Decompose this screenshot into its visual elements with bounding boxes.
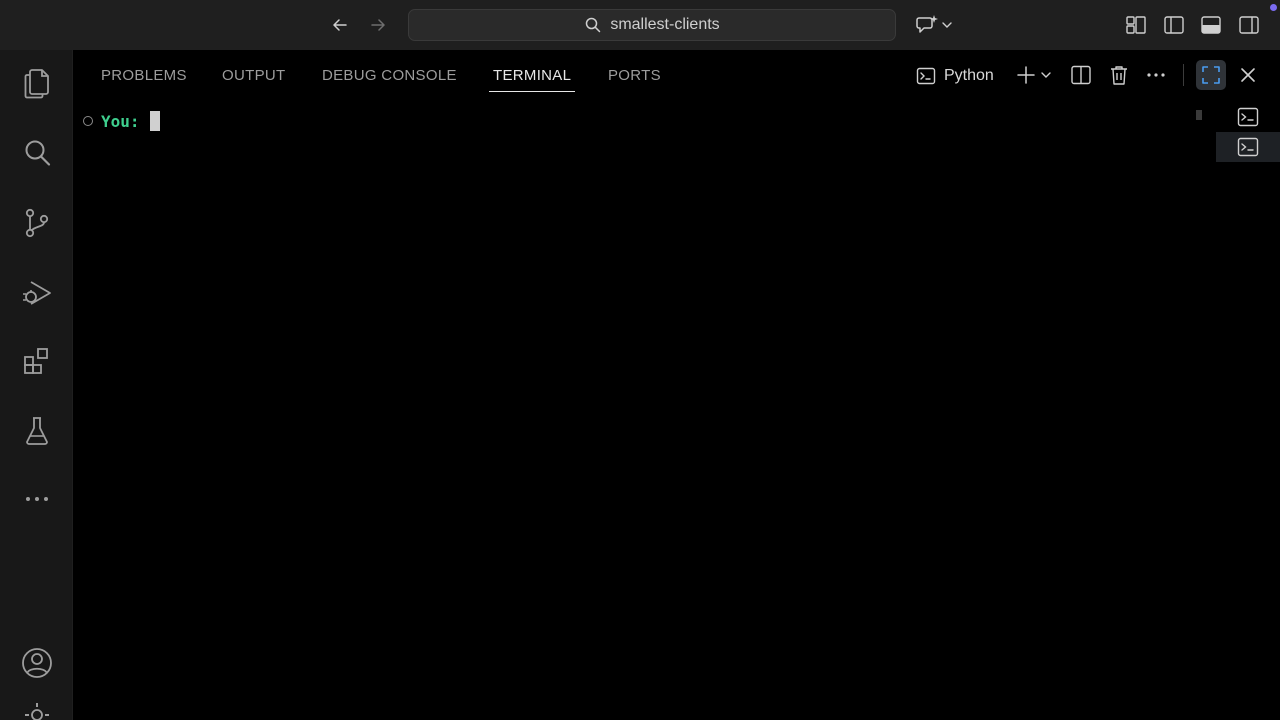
kill-terminal-button[interactable] <box>1106 62 1132 88</box>
toggle-secondary-sidebar-button[interactable] <box>1237 13 1261 37</box>
terminal-prompt: You: <box>101 111 140 131</box>
terminal-list-item-2[interactable] <box>1216 132 1280 162</box>
sidebar-right-icon <box>1239 16 1259 34</box>
panel-bottom-icon <box>1201 16 1221 34</box>
chevron-down-icon <box>1041 72 1051 78</box>
arrow-right-icon <box>371 19 385 31</box>
panel-header: PROBLEMS OUTPUT DEBUG CONSOLE TERMINAL P… <box>73 50 1280 100</box>
terminal-prompt-line: You: <box>83 110 160 132</box>
toggle-panel-button[interactable] <box>1199 13 1223 37</box>
close-panel-button[interactable] <box>1236 62 1260 88</box>
maximize-panel-button[interactable] <box>1196 60 1226 90</box>
maximize-icon <box>1202 66 1220 84</box>
terminal-view[interactable]: You: <box>73 100 1216 720</box>
extensions-button[interactable] <box>0 336 73 386</box>
plus-icon <box>1017 66 1035 84</box>
tab-terminal[interactable]: TERMINAL <box>488 67 576 92</box>
forward-button[interactable] <box>364 11 392 39</box>
notification-dot <box>1270 4 1277 11</box>
new-terminal-button[interactable] <box>1011 62 1057 88</box>
search-icon <box>25 140 50 166</box>
close-icon <box>1241 68 1255 82</box>
copilot-chat-button[interactable] <box>910 11 958 39</box>
arrow-left-icon <box>333 19 347 31</box>
sidebar-left-icon <box>1164 16 1184 34</box>
terminal-name[interactable]: Python <box>916 63 994 89</box>
header-divider <box>1183 64 1184 86</box>
run-debug-button[interactable] <box>0 268 73 318</box>
search-button[interactable] <box>0 128 73 178</box>
testing-button[interactable] <box>0 406 73 456</box>
activity-bar <box>0 50 73 720</box>
ellipsis-icon <box>1147 73 1165 77</box>
scrollbar-thumb[interactable] <box>1196 110 1202 120</box>
command-center-search[interactable]: smallest-clients <box>408 9 896 41</box>
terminal-cursor <box>149 111 160 131</box>
terminal-name-label: Python <box>944 67 994 84</box>
split-terminal-button[interactable] <box>1068 62 1094 88</box>
split-icon <box>1071 65 1091 85</box>
more-views-button[interactable] <box>0 474 73 524</box>
terminal-icon <box>1237 107 1259 127</box>
toggle-primary-sidebar-button[interactable] <box>1162 13 1186 37</box>
back-button[interactable] <box>326 11 354 39</box>
search-label: smallest-clients <box>610 16 720 33</box>
run-debug-icon <box>22 281 51 305</box>
chat-sparkle-icon <box>916 15 938 33</box>
terminal-icon <box>1237 137 1259 157</box>
search-icon <box>584 16 602 34</box>
layout-icon <box>1126 16 1146 34</box>
terminal-list-item-1[interactable] <box>1216 102 1280 132</box>
tab-output[interactable]: OUTPUT <box>222 67 285 91</box>
command-decoration-circle[interactable] <box>83 116 93 126</box>
chevron-down-icon <box>942 22 952 28</box>
trash-icon <box>1111 66 1127 85</box>
vscode-window: smallest-clients PROBLEMS OUTPUT DEBUG C… <box>0 0 1280 720</box>
terminal-icon <box>916 67 936 85</box>
terminal-tabs-list <box>1216 100 1280 720</box>
title-bar: smallest-clients <box>0 0 1280 50</box>
more-actions-button[interactable] <box>1143 62 1169 88</box>
source-control-icon <box>25 208 48 238</box>
files-icon <box>24 69 49 99</box>
source-control-button[interactable] <box>0 198 73 248</box>
customize-layout-button[interactable] <box>1124 13 1148 37</box>
tab-debug-console[interactable]: DEBUG CONSOLE <box>322 67 457 91</box>
manage-button[interactable] <box>0 700 73 720</box>
explorer-button[interactable] <box>0 58 73 108</box>
tab-ports[interactable]: PORTS <box>608 67 661 91</box>
accounts-button[interactable] <box>0 638 73 688</box>
tab-problems[interactable]: PROBLEMS <box>101 67 187 91</box>
testing-icon <box>25 417 48 445</box>
extensions-icon <box>23 348 48 374</box>
account-icon <box>21 648 52 678</box>
more-icon <box>25 497 48 501</box>
gear-icon <box>24 703 49 720</box>
